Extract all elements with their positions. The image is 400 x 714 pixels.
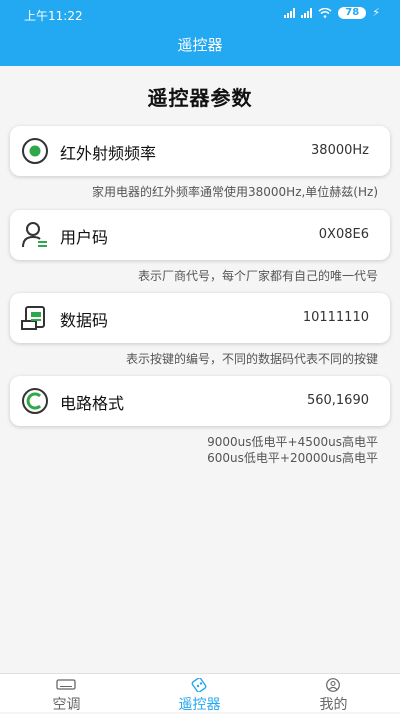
signal-icon [284, 7, 296, 18]
bottom-tab-bar: 空调 遥控器 我的 [0, 673, 400, 713]
desc-line: 家用电器的红外频率通常使用38000Hz,单位赫兹(Hz) [92, 185, 378, 199]
status-time: 上午11:22 [24, 9, 83, 23]
desc-line: 表示厂商代号，每个厂家都有自己的唯一代号 [137, 269, 378, 283]
app-header: 遥控器 [0, 28, 400, 66]
param-card-data-code: 数据码 10111110 [10, 293, 390, 343]
tab-profile[interactable]: 我的 [267, 674, 400, 713]
param-desc-circuit-format: 9000us低电平+4500us高电平 600us低电平+20000us高电平 [207, 434, 378, 466]
user-icon [22, 222, 47, 248]
tab-label: 遥控器 [178, 697, 221, 713]
param-label: 红外射频频率 [60, 144, 157, 163]
tab-label: 我的 [319, 697, 348, 713]
param-desc-user-code: 表示厂商代号，每个厂家都有自己的唯一代号 [138, 268, 378, 284]
air-conditioner-icon [56, 679, 76, 690]
param-value: 0X08E6 [318, 227, 369, 242]
tab-air-conditioner[interactable]: 空调 [0, 674, 133, 713]
signal-icon-2 [301, 7, 313, 18]
param-value: 560,1690 [306, 393, 369, 408]
status-icons: 78 ⚡ [284, 6, 380, 19]
charging-icon: ⚡ [372, 6, 380, 19]
battery-level: 78 [338, 6, 367, 19]
param-desc-data-code: 表示按键的编号，不同的数据码代表不同的按键 [126, 351, 378, 367]
header-title: 遥控器 [177, 36, 223, 54]
page-title: 遥控器参数 [147, 86, 253, 110]
param-value: 38000Hz [311, 143, 369, 158]
param-card-circuit-format: 电路格式 560,1690 [10, 376, 390, 426]
param-desc-frequency: 家用电器的红外频率通常使用38000Hz,单位赫兹(Hz) [92, 184, 378, 200]
desc-line: 9000us低电平+4500us高电平 [207, 435, 378, 449]
param-label: 电路格式 [60, 394, 125, 413]
status-bar: 上午11:22 78 ⚡ [0, 0, 400, 28]
param-value: 10111110 [302, 310, 369, 325]
remote-icon [191, 678, 207, 692]
param-card-frequency: 红外射频频率 38000Hz [10, 126, 390, 176]
target-icon [22, 138, 48, 164]
profile-icon [326, 678, 340, 692]
desc-line: 表示按键的编号，不同的数据码代表不同的按键 [125, 352, 378, 366]
param-label: 用户码 [60, 228, 109, 247]
tab-remote[interactable]: 遥控器 [133, 674, 266, 713]
c-circle-icon [22, 388, 48, 414]
wifi-icon [318, 7, 332, 18]
receipt-icon [21, 306, 45, 330]
tab-label: 空调 [52, 697, 81, 713]
desc-line: 600us低电平+20000us高电平 [207, 451, 378, 465]
param-label: 数据码 [60, 311, 109, 330]
param-card-user-code: 用户码 0X08E6 [10, 210, 390, 260]
